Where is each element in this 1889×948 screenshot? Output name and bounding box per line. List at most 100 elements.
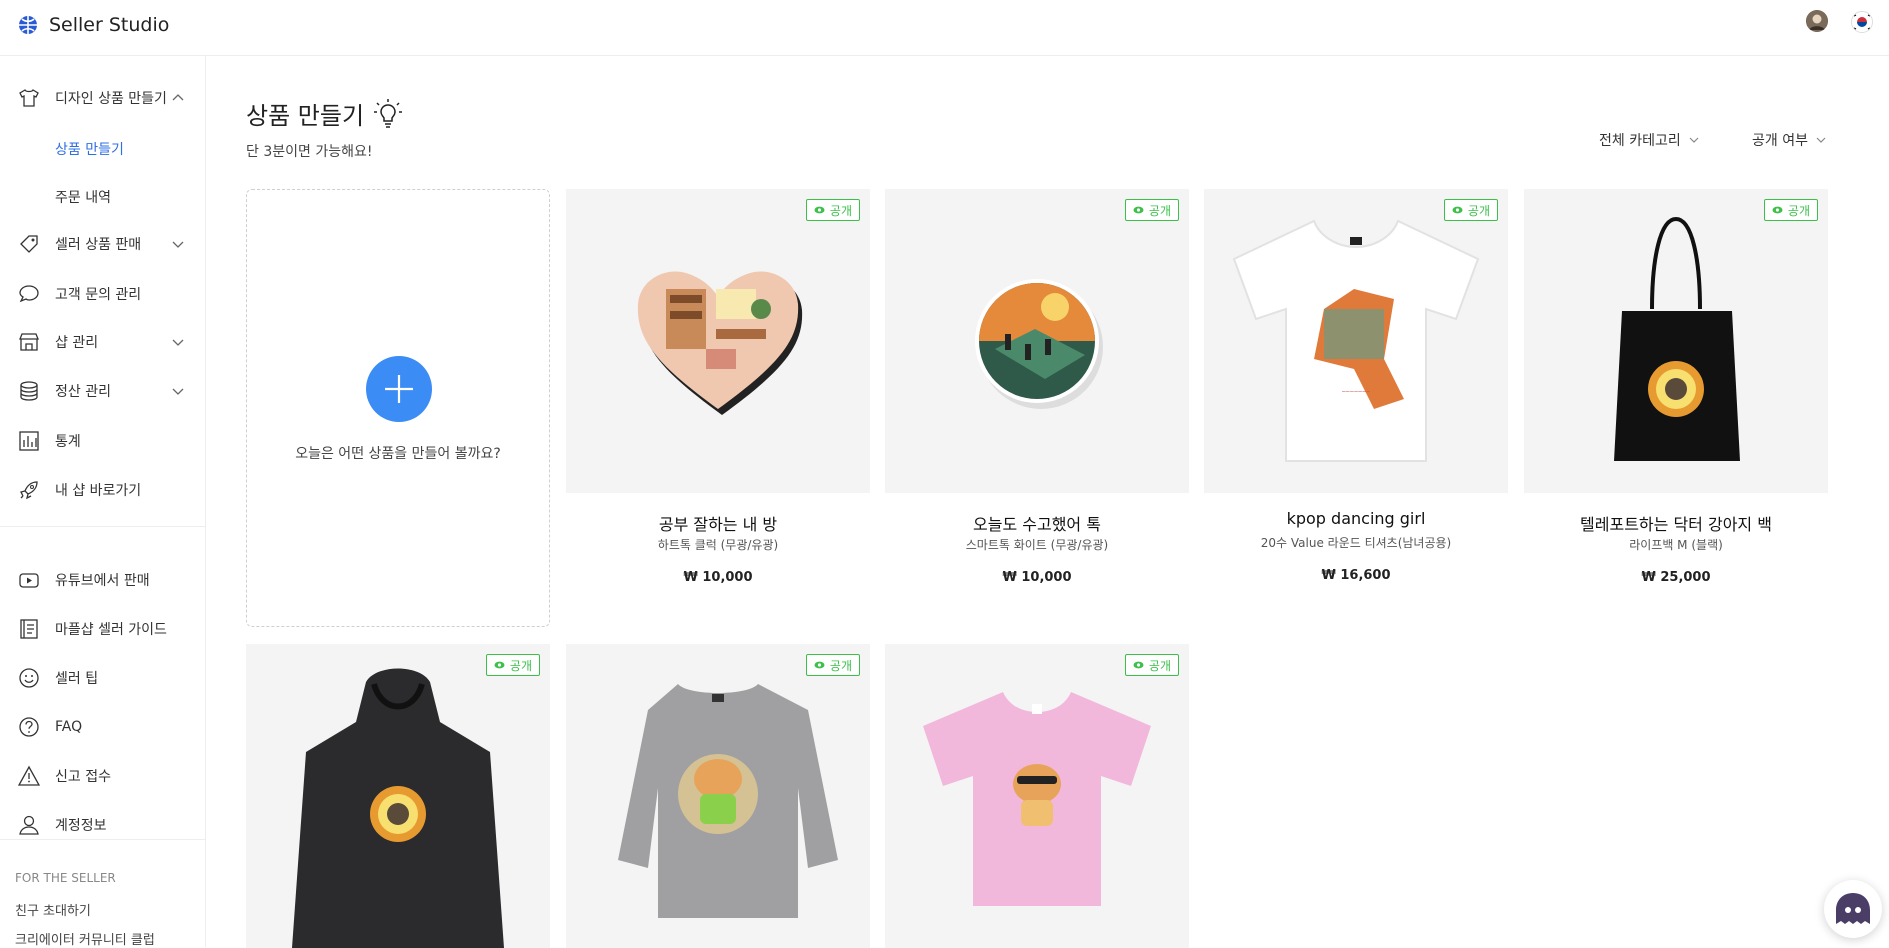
- product-type: 하트톡 클럭 (무광/유광): [657, 538, 779, 552]
- sidebar-item-label: 내 샵 바로가기: [55, 483, 142, 499]
- sidebar-item-settlement[interactable]: 정산 관리: [0, 371, 205, 411]
- sidebar-item-seller-products[interactable]: 셀러 상품 판매: [0, 224, 205, 264]
- sidebar-item-label: 셀러 상품 판매: [55, 237, 142, 253]
- black-hoodie-image: [292, 668, 504, 948]
- product-card[interactable]: 공개: [246, 644, 550, 948]
- white-tshirt-image: ~~~~~~~: [1232, 219, 1480, 462]
- sidebar-item-label: 디자인 상품 만들기: [55, 91, 167, 107]
- chevron-down-icon: [172, 388, 184, 395]
- black-tote-bag-image: [1614, 216, 1740, 461]
- page-subtitle: 단 3분이면 가능해요!: [246, 144, 373, 160]
- sidebar-item-label: 신고 접수: [55, 769, 111, 785]
- eye-icon: [1133, 206, 1144, 214]
- app-title: Seller Studio: [49, 14, 170, 36]
- rocket-icon: [20, 481, 38, 500]
- bar-chart-icon: [19, 431, 39, 451]
- sidebar: 디자인 상품 만들기 상품 만들기 주문 내역 셀러 상품 판매 고객 문의 관…: [0, 56, 206, 948]
- product-card[interactable]: 공개 공부 잘하는 내 방 하트톡 클럭 (무광/유광) ₩ 10,000: [566, 189, 870, 609]
- product-name: 오늘도 수고했어 톡: [973, 515, 1101, 534]
- add-product-button[interactable]: [366, 356, 432, 422]
- product-card[interactable]: ~~~~~~~ 공개 kpop dancing girl 20수 Value 라…: [1204, 189, 1508, 609]
- sidebar-item-label: 셀러 팁: [55, 671, 99, 687]
- sidebar-item-label: 고객 문의 관리: [55, 287, 142, 303]
- status-badge-label: 공개: [509, 658, 532, 673]
- store-icon: [19, 333, 39, 351]
- chat-bubble-icon: [19, 285, 39, 303]
- svg-text:~~~~~~~: ~~~~~~~: [1342, 389, 1371, 396]
- product-card[interactable]: 공개: [885, 644, 1189, 948]
- tshirt-icon: [19, 89, 39, 107]
- sidebar-item-seller-guide[interactable]: 마플샵 셀러 가이드: [0, 609, 205, 649]
- status-badge-label: 공개: [1148, 658, 1171, 673]
- visibility-filter[interactable]: 공개 여부: [1752, 130, 1826, 150]
- youtube-icon: [19, 573, 39, 588]
- avatar[interactable]: [1806, 10, 1828, 32]
- product-image: 공개: [566, 644, 870, 948]
- korea-flag-icon[interactable]: [1851, 11, 1873, 33]
- sidebar-item-faq[interactable]: FAQ: [0, 707, 205, 747]
- tag-icon: [20, 235, 38, 253]
- product-name: 텔레포트하는 닥터 강아지 백: [1580, 515, 1772, 534]
- chatbot-ghost-icon: [1836, 893, 1870, 924]
- sidebar-item-sell-on-youtube[interactable]: 유튜브에서 판매: [0, 560, 205, 600]
- sidebar-item-label: FAQ: [55, 719, 83, 735]
- product-name: 공부 잘하는 내 방: [658, 515, 778, 534]
- sidebar-item-statistics[interactable]: 통계: [0, 421, 205, 461]
- globe-logo-icon: [19, 16, 37, 34]
- sidebar-item-label: 계정정보: [55, 818, 107, 834]
- category-filter[interactable]: 전체 카테고리: [1599, 130, 1699, 150]
- smile-icon: [19, 668, 39, 688]
- heart-clock-image: [637, 271, 803, 415]
- status-badge: 공개: [1124, 199, 1179, 221]
- chatbot-button[interactable]: [1824, 880, 1882, 938]
- sidebar-divider: [0, 526, 205, 527]
- product-price: ₩ 10,000: [1002, 570, 1072, 585]
- product-price: ₩ 16,600: [1321, 568, 1391, 583]
- status-badge-label: 공개: [1148, 203, 1171, 218]
- sidebar-item-report[interactable]: 신고 접수: [0, 756, 205, 796]
- invite-friends-link[interactable]: 친구 초대하기: [15, 900, 91, 919]
- product-card[interactable]: 공개: [566, 644, 870, 948]
- visibility-filter-label: 공개 여부: [1752, 133, 1808, 149]
- sidebar-item-design-products[interactable]: 디자인 상품 만들기: [0, 78, 205, 118]
- product-type: 라이프백 M (블랙): [1629, 538, 1723, 552]
- status-badge: 공개: [805, 654, 860, 676]
- user-icon: [19, 815, 39, 835]
- chevron-down-icon: [172, 241, 184, 248]
- product-image: ~~~~~~~ 공개: [1204, 189, 1508, 493]
- creator-community-link[interactable]: 크리에이터 커뮤니티 클럽: [15, 929, 155, 948]
- product-card[interactable]: 공개 오늘도 수고했어 톡 스마트톡 화이트 (무광/유광) ₩ 10,000: [885, 189, 1189, 609]
- status-badge: 공개: [1763, 199, 1818, 221]
- sidebar-item-shop-management[interactable]: 샵 관리: [0, 322, 205, 362]
- product-card[interactable]: 공개 텔레포트하는 닥터 강아지 백 라이프백 M (블랙) ₩ 25,000: [1524, 189, 1828, 609]
- status-badge-label: 공개: [1787, 203, 1810, 218]
- page-title-text: 상품 만들기: [246, 102, 365, 130]
- status-badge: 공개: [1443, 199, 1498, 221]
- sidebar-item-seller-tips[interactable]: 셀러 팁: [0, 658, 205, 698]
- plus-icon: [385, 375, 413, 403]
- brand[interactable]: Seller Studio: [18, 14, 169, 36]
- category-filter-label: 전체 카테고리: [1599, 133, 1681, 149]
- sidebar-item-go-to-shop[interactable]: 내 샵 바로가기: [0, 470, 205, 510]
- product-price: ₩ 10,000: [683, 570, 753, 585]
- pink-tshirt-image: [923, 692, 1151, 906]
- chevron-up-icon: [172, 94, 184, 101]
- status-badge-label: 공개: [829, 658, 852, 673]
- sidebar-item-label: 정산 관리: [55, 384, 111, 400]
- eye-icon: [814, 661, 825, 669]
- question-icon: [19, 717, 39, 737]
- sidebar-item-label: 샵 관리: [55, 335, 99, 351]
- sidebar-item-label: 유튜브에서 판매: [55, 573, 150, 589]
- product-name: kpop dancing girl: [1286, 509, 1426, 528]
- create-product-card[interactable]: 오늘은 어떤 상품을 만들어 볼까요?: [246, 189, 550, 627]
- product-type: 20수 Value 라운드 티셔츠(남녀공용): [1260, 536, 1452, 550]
- eye-icon: [1133, 661, 1144, 669]
- sidebar-item-customer-inquiries[interactable]: 고객 문의 관리: [0, 274, 205, 314]
- grey-sweatshirt-image: [618, 684, 838, 918]
- sidebar-sub-order-history[interactable]: 주문 내역: [55, 187, 111, 207]
- eye-icon: [494, 661, 505, 669]
- sidebar-item-label: 통계: [55, 434, 81, 450]
- product-image: 공개: [885, 644, 1189, 948]
- sidebar-item-label: 마플샵 셀러 가이드: [55, 622, 167, 638]
- sidebar-sub-create-product[interactable]: 상품 만들기: [55, 139, 124, 159]
